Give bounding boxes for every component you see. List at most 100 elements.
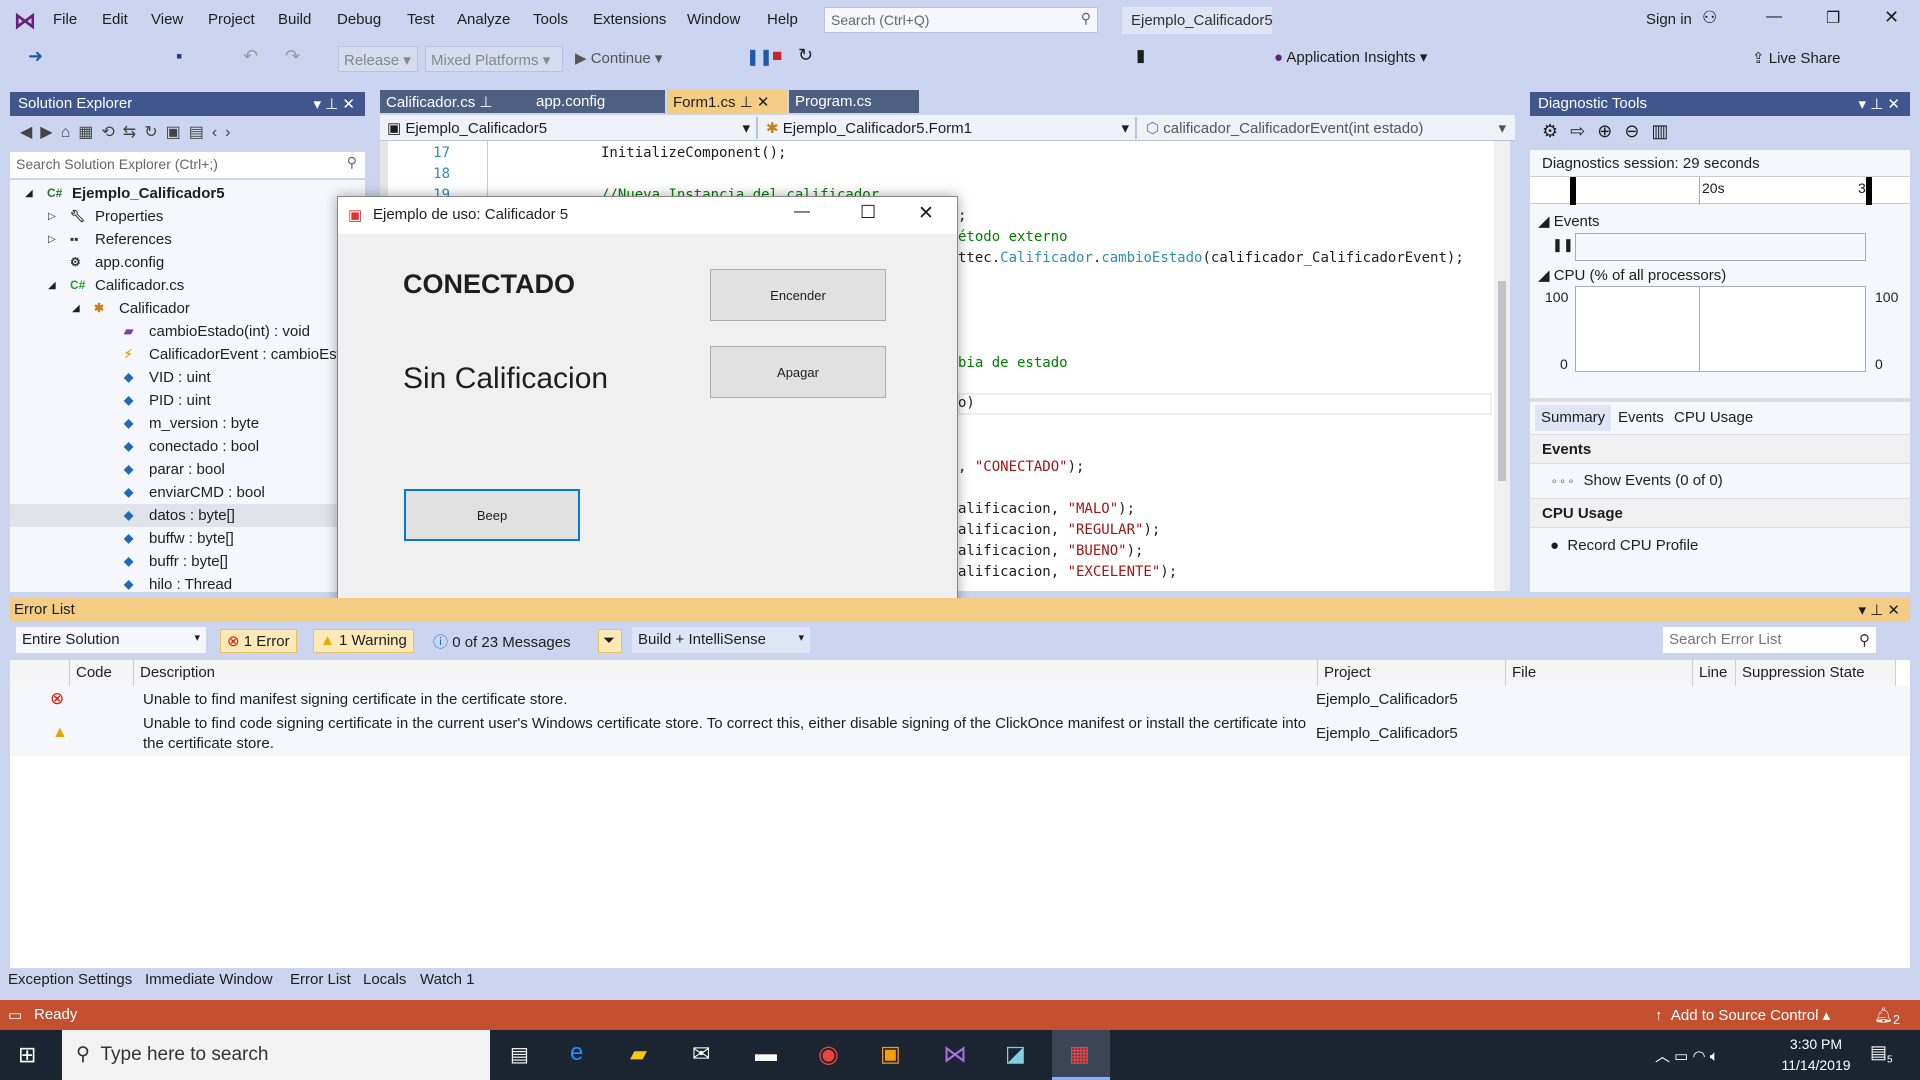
class-nav-dropdown[interactable]: ✱ Ejemplo_Calificador5.Form1 ▾ <box>762 117 1137 139</box>
expander-icon[interactable]: ◢ <box>48 274 56 297</box>
dialog-close-button[interactable]: ✕ <box>918 202 934 225</box>
tree-item[interactable]: ◆ hilo : Thread <box>10 573 365 592</box>
menu-build[interactable]: Build <box>278 11 311 28</box>
tab-cpu-usage[interactable]: CPU Usage <box>1674 409 1753 426</box>
task-view-icon[interactable]: ▤ <box>510 1042 529 1067</box>
sublime-icon[interactable]: ▣ <box>880 1041 901 1067</box>
calificador-app-taskbar-button[interactable]: ▦ <box>1052 1030 1110 1080</box>
menu-analyze[interactable]: Analyze <box>457 11 510 28</box>
tree-item[interactable]: ◆ datos : byte[] <box>10 504 365 527</box>
menu-file[interactable]: File <box>53 11 77 28</box>
expander-icon[interactable]: ◢ <box>72 297 80 320</box>
stop-icon[interactable]: ■ <box>772 46 782 66</box>
tree-item[interactable]: ◢ ✱ Calificador <box>10 297 365 320</box>
filter-icon[interactable]: ⏷ <box>598 629 622 653</box>
tab-locals[interactable]: Locals <box>363 971 406 988</box>
tab-events[interactable]: Events <box>1618 409 1664 426</box>
menu-tools[interactable]: Tools <box>533 11 568 28</box>
tree-item[interactable]: ▷ 🔧︎ Properties <box>10 205 365 228</box>
tree-item[interactable]: ⚡︎ CalificadorEvent : cambioEsta <box>10 343 365 366</box>
tree-item[interactable]: ▷ ▪▪ References <box>10 228 365 251</box>
zoom-out-icon[interactable]: ⊖ <box>1624 121 1651 141</box>
tree-item[interactable]: ◆ enviarCMD : bool <box>10 481 365 504</box>
pause-icon[interactable]: ❚❚ <box>1552 237 1574 253</box>
encender-button[interactable]: Encender <box>710 269 886 321</box>
bookmark-icon[interactable]: ▮ <box>1136 46 1145 66</box>
warning-row[interactable]: ▲ Unable to find code signing certificat… <box>10 712 1910 756</box>
col-project[interactable]: Project <box>1318 660 1506 686</box>
tab-immediate-window[interactable]: Immediate Window <box>145 971 273 988</box>
project-nav-dropdown[interactable]: ▣ Ejemplo_Calificador5 ▾ <box>383 117 758 139</box>
export-icon[interactable]: ⇨ <box>1570 121 1597 141</box>
app-icon[interactable]: ◪ <box>1005 1041 1026 1067</box>
scope-dropdown[interactable]: Entire Solution ▾ <box>16 627 206 653</box>
pin-icon[interactable]: ▾ ⊥ ✕ <box>1859 95 1901 113</box>
continue-button[interactable]: ▶ Continue ▾ <box>575 49 662 67</box>
editor-scrollbar[interactable] <box>1494 141 1510 591</box>
build-filter-dropdown[interactable]: Build + IntelliSense ▾ <box>632 627 810 653</box>
tree-item[interactable]: ◆ VID : uint <box>10 366 365 389</box>
solution-explorer-search[interactable]: Search Solution Explorer (Ctrl+;) ⚲ <box>10 152 365 178</box>
tree-item[interactable]: ◆ buffw : byte[] <box>10 527 365 550</box>
tree-item[interactable]: ◆ PID : uint <box>10 389 365 412</box>
timeline-start-marker[interactable] <box>1570 177 1576 205</box>
expander-icon[interactable]: ▷ <box>48 228 56 251</box>
col-file[interactable]: File <box>1506 660 1693 686</box>
action-center-icon[interactable]: ▤5 <box>1870 1042 1893 1066</box>
menu-extensions[interactable]: Extensions <box>593 11 666 28</box>
apagar-button[interactable]: Apagar <box>710 346 886 398</box>
tree-item[interactable]: ◢ C# Ejemplo_Calificador5 <box>10 182 365 205</box>
add-source-control-button[interactable]: ↑ Add to Source Control ▴ <box>1655 1006 1830 1024</box>
col-line[interactable]: Line <box>1693 660 1736 686</box>
dialog-minimize-button[interactable]: — <box>794 203 810 221</box>
notifications-icon[interactable]: 🔔︎2 <box>1874 1006 1900 1027</box>
clock-date[interactable]: 11/14/2019 <box>1774 1057 1858 1073</box>
tab-calificador-cs[interactable]: Calificador.cs ⊥ <box>380 90 530 113</box>
tree-item[interactable]: ◆ buffr : byte[] <box>10 550 365 573</box>
tree-item[interactable]: ▰ cambioEstado(int) : void <box>10 320 365 343</box>
error-row[interactable]: ⊗ Unable to find manifest signing certif… <box>10 686 1910 712</box>
file-explorer-icon[interactable]: ▰ <box>630 1041 647 1067</box>
menu-view[interactable]: View <box>151 11 183 28</box>
sign-in-link[interactable]: Sign in <box>1646 11 1692 28</box>
menu-project[interactable]: Project <box>208 11 255 28</box>
live-share-button[interactable]: ⇪ Live Share <box>1752 49 1840 67</box>
menu-edit[interactable]: Edit <box>102 11 128 28</box>
config-dropdown[interactable]: Release ▾ <box>338 46 418 72</box>
tree-item[interactable]: ⚙ app.config <box>10 251 365 274</box>
tab-program-cs[interactable]: Program.cs <box>789 90 919 113</box>
save-icon[interactable]: ▪ <box>176 46 182 67</box>
mail-icon[interactable]: ✉ <box>692 1041 710 1067</box>
tab-app-config[interactable]: app.config <box>530 90 665 113</box>
pin-icon[interactable]: ▾ ⊥ ✕ <box>314 95 356 113</box>
taskbar-search[interactable]: ⚲ Type here to search <box>62 1030 490 1080</box>
tray-icons[interactable]: ︿ ▭ ◠ 🔈︎ <box>1655 1045 1719 1066</box>
settings-icon[interactable]: ⚙ <box>1542 121 1570 141</box>
platform-dropdown[interactable]: Mixed Platforms ▾ <box>425 46 563 72</box>
search-input[interactable]: Search (Ctrl+Q) ⚲ <box>824 7 1098 33</box>
warnings-filter-button[interactable]: ▲ 1 Warning <box>313 629 414 653</box>
tree-item[interactable]: ◆ m_version : byte <box>10 412 365 435</box>
restart-icon[interactable]: ↻ <box>798 45 813 66</box>
timeline-ruler[interactable]: 20s 3 <box>1530 176 1910 205</box>
menu-window[interactable]: Window <box>687 11 740 28</box>
undo-icon[interactable]: ↶ <box>243 46 258 67</box>
member-nav-dropdown[interactable]: ⬡ calificador_CalificadorEvent(int estad… <box>1142 117 1512 139</box>
redo-icon[interactable]: ↷ <box>285 46 300 67</box>
chrome-icon[interactable]: ◉ <box>818 1040 839 1069</box>
show-events-link[interactable]: ⚬⚬⚬ Show Events (0 of 0) <box>1550 472 1723 489</box>
start-icon[interactable]: ⊞ <box>18 1042 36 1068</box>
chart-icon[interactable]: ▥ <box>1651 121 1680 141</box>
expander-icon[interactable]: ▷ <box>48 205 56 228</box>
tab-form1-cs[interactable]: Form1.cs ⊥ ✕ <box>667 90 787 113</box>
dialog-maximize-button[interactable]: ☐ <box>860 202 876 223</box>
error-search-input[interactable]: Search Error List ⚲ <box>1663 627 1876 653</box>
tab-watch-1[interactable]: Watch 1 <box>420 971 474 988</box>
menu-help[interactable]: Help <box>767 11 798 28</box>
clock-time[interactable]: 3:30 PM <box>1786 1036 1846 1052</box>
errors-filter-button[interactable]: ⊗ 1 Error <box>220 629 297 653</box>
zoom-in-icon[interactable]: ⊕ <box>1597 121 1624 141</box>
close-button[interactable]: ✕ <box>1884 7 1899 28</box>
menu-debug[interactable]: Debug <box>337 11 381 28</box>
minimize-button[interactable]: — <box>1766 8 1782 26</box>
